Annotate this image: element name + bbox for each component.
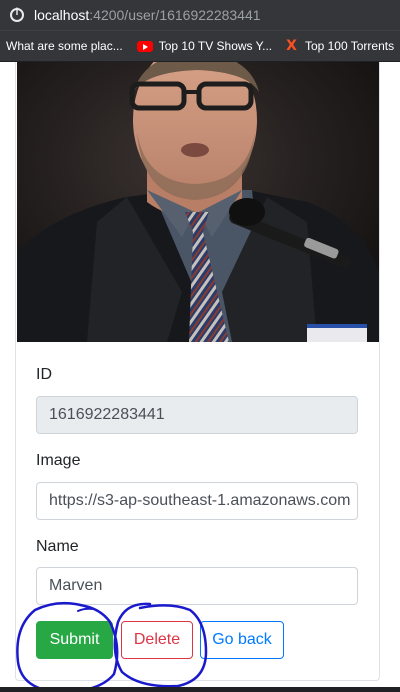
bookmark-label: Top 10 TV Shows Y... — [158, 39, 273, 53]
user-card: ID 1616922283441 Image https://s3-ap-sou… — [15, 62, 380, 681]
browser-chrome: localhost:4200/user/1616922283441 What a… — [0, 0, 400, 62]
name-label: Name — [36, 538, 79, 555]
user-photo-image — [17, 62, 379, 342]
url-path: :4200/user/1616922283441 — [89, 7, 261, 23]
bookmark-label: What are some plac... — [6, 39, 123, 53]
address-bar[interactable]: localhost:4200/user/1616922283441 — [0, 0, 400, 30]
id-label: ID — [36, 366, 52, 383]
bookmark-label: Top 100 Torrents — [304, 39, 395, 53]
submit-button[interactable]: Submit — [36, 621, 113, 659]
youtube-icon — [136, 40, 153, 52]
delete-button[interactable]: Delete — [121, 621, 193, 659]
bookmarks-bar: What are some plac... Top 10 TV Shows Y.… — [0, 30, 400, 61]
x-logo-icon: X — [286, 38, 297, 54]
url-host: localhost — [34, 7, 90, 23]
name-field[interactable]: Marven — [36, 567, 358, 605]
bookmark-item[interactable]: X Top 100 Torrents — [286, 38, 394, 54]
image-label: Image — [36, 452, 81, 469]
page-content: ID 1616922283441 Image https://s3-ap-sou… — [0, 62, 400, 692]
image-url-field[interactable]: https://s3-ap-southeast-1.amazonaws.com — [36, 482, 358, 520]
taskbar-edge — [0, 687, 400, 692]
bookmark-item[interactable]: Top 10 TV Shows Y... — [136, 39, 273, 53]
go-back-button[interactable]: Go back — [200, 621, 284, 659]
id-field[interactable]: 1616922283441 — [36, 396, 358, 434]
user-photo — [17, 62, 379, 342]
bookmark-item[interactable]: What are some plac... — [0, 39, 123, 53]
info-icon[interactable] — [10, 7, 24, 22]
